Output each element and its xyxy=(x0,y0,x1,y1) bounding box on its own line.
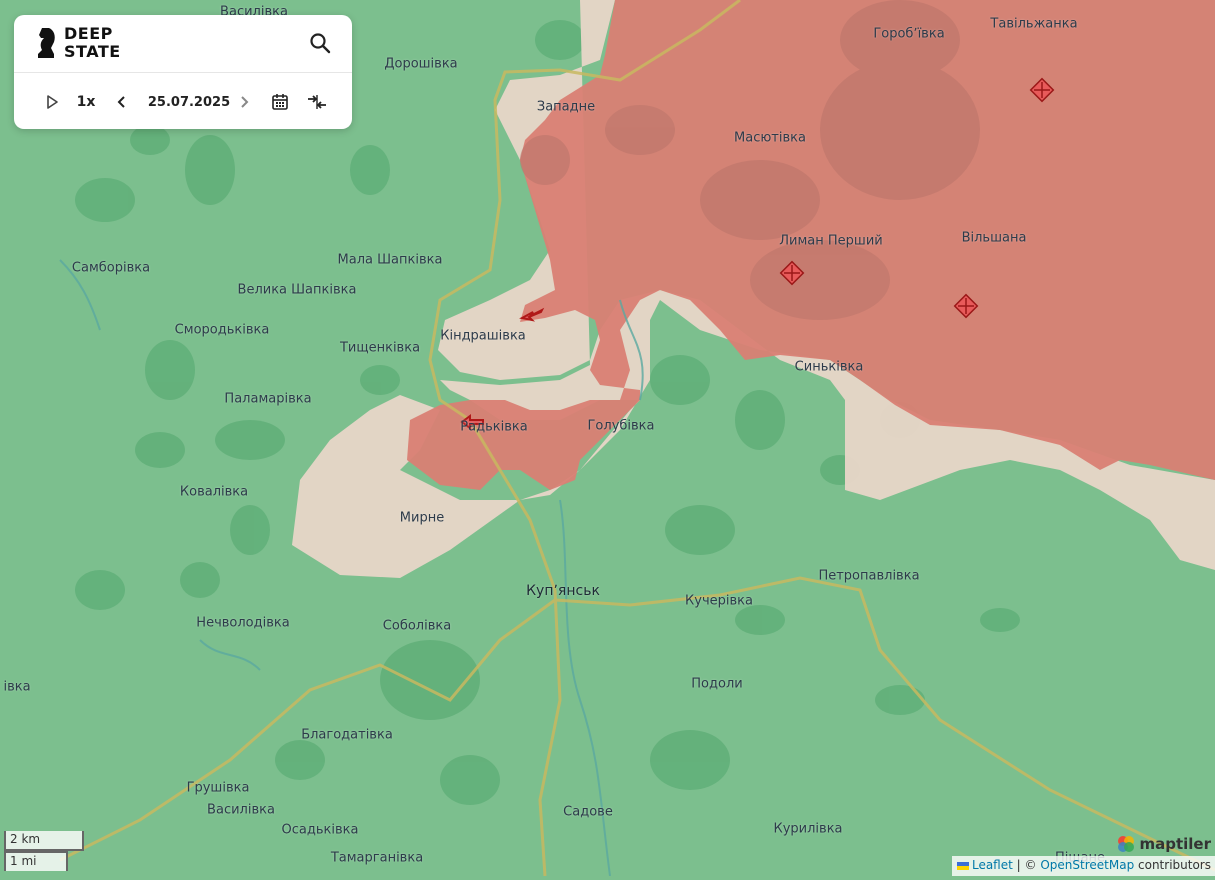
map-layers xyxy=(0,0,1215,877)
osm-link[interactable]: OpenStreetMap xyxy=(1040,858,1134,872)
place-label: Мала Шапківка xyxy=(337,252,443,268)
place-label: Горобʼївка xyxy=(873,26,945,42)
place-label: Дорошівка xyxy=(384,56,458,72)
place-label: Вільшана xyxy=(961,230,1027,246)
place-label: Благодатівка xyxy=(301,727,393,743)
attribution-contributors: contributors xyxy=(1138,858,1211,872)
control-panel: DEEP STATE 1x 25.07.2025 xyxy=(14,15,352,129)
compare-arrows-icon xyxy=(308,95,326,109)
place-label: Западне xyxy=(536,99,596,115)
maptiler-text: maptiler xyxy=(1139,835,1211,853)
search-icon xyxy=(310,33,331,54)
place-label: Самборівка xyxy=(71,260,151,276)
place-label: Соболівка xyxy=(382,618,452,634)
scale-metric: 2 km xyxy=(4,831,84,851)
knight-icon xyxy=(38,28,55,58)
search-button[interactable] xyxy=(308,31,332,55)
place-label: Масютівка xyxy=(734,130,806,146)
place-label: Паламарівка xyxy=(224,391,312,407)
place-label: Подоли xyxy=(691,676,743,692)
place-label: Лиман Перший xyxy=(779,233,883,249)
chevron-left-icon xyxy=(117,96,125,108)
map-canvas[interactable]: Василівка Дорошівка Западне Горобʼївка Тавіл… xyxy=(0,0,1215,877)
place-label: Тавільжанка xyxy=(990,16,1078,32)
place-label: Кучерівка xyxy=(685,593,753,609)
place-label: Ковалівка xyxy=(179,484,249,500)
place-label: Велика Шапківка xyxy=(237,282,357,298)
speed-button[interactable]: 1x xyxy=(72,85,100,119)
logo-line1: DEEP xyxy=(64,24,113,43)
place-label: Василівка xyxy=(207,802,275,818)
attribution-bar: Leaflet | © OpenStreetMap contributors xyxy=(951,856,1215,876)
place-label: Голубівка xyxy=(587,418,655,434)
place-label: Кіндрашівка xyxy=(440,328,526,344)
compare-button[interactable] xyxy=(304,85,330,119)
timeline-controls: 1x 25.07.2025 xyxy=(36,85,336,119)
calendar-button[interactable] xyxy=(268,85,292,119)
place-label: Смородьківка xyxy=(174,322,270,338)
place-label: Синьківка xyxy=(794,359,864,375)
maptiler-logo[interactable]: maptiler xyxy=(1116,834,1211,854)
place-label: Тамарганівка xyxy=(330,850,424,866)
place-label: Курилівка xyxy=(773,821,843,837)
play-icon xyxy=(47,95,58,109)
place-label: Садове xyxy=(563,804,613,820)
place-label: Нечволодівка xyxy=(196,615,290,631)
scale-imperial: 1 mi xyxy=(4,851,68,871)
place-label: Грушівка xyxy=(186,780,250,796)
place-label: Мирне xyxy=(399,510,445,526)
maptiler-icon xyxy=(1118,836,1135,852)
current-date[interactable]: 25.07.2025 xyxy=(142,85,236,119)
place-label: Радьківка xyxy=(460,419,528,435)
place-label: івка xyxy=(3,679,31,695)
panel-divider xyxy=(14,72,352,73)
leaflet-link[interactable]: Leaflet xyxy=(972,858,1013,872)
logo-line2: STATE xyxy=(64,42,121,61)
calendar-icon xyxy=(272,94,288,110)
attribution-sep: | © xyxy=(1016,858,1037,872)
place-label: Купʼянськ xyxy=(526,583,600,599)
play-button[interactable] xyxy=(40,85,64,119)
ukraine-flag-icon xyxy=(956,861,969,870)
place-label: Петропавлівка xyxy=(818,568,920,584)
place-label: Тищенківка xyxy=(339,340,421,356)
chevron-right-icon xyxy=(241,96,249,108)
prev-date-button[interactable] xyxy=(112,85,132,119)
deepstate-logo[interactable]: DEEP STATE xyxy=(36,25,121,61)
place-label: Осадьківка xyxy=(281,822,359,838)
next-date-button[interactable] xyxy=(234,85,254,119)
